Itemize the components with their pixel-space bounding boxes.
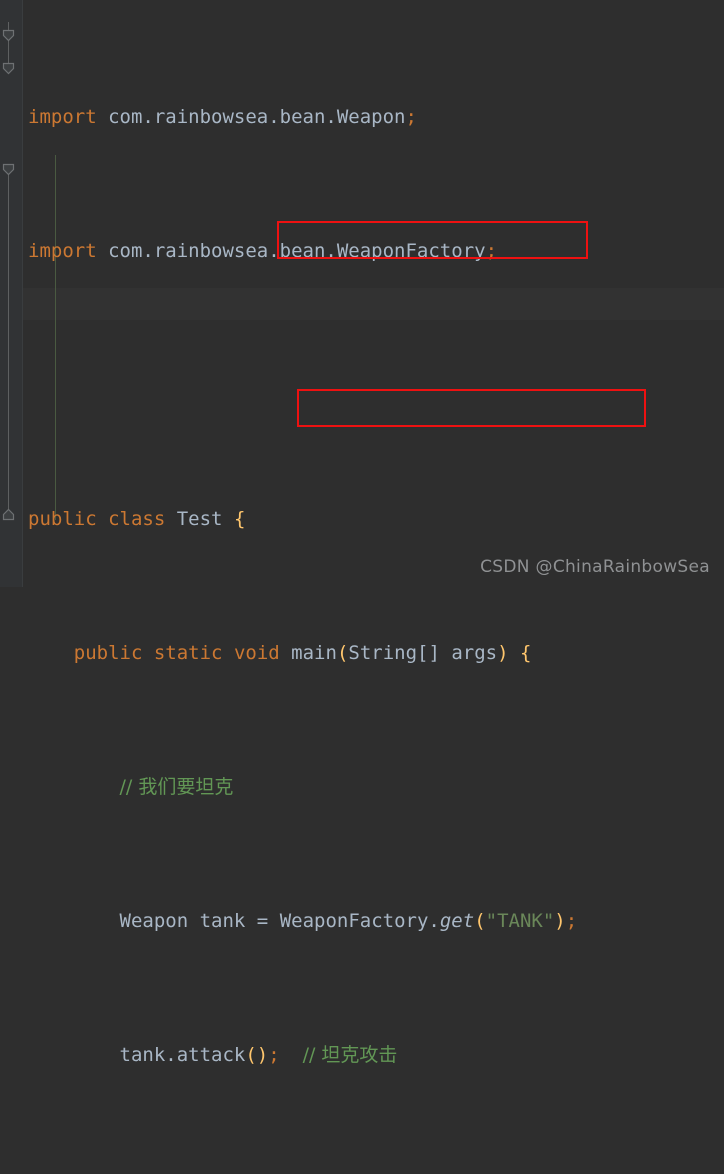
token-keyword-class: class [108, 508, 165, 530]
fold-arrow-icon-import-2[interactable] [2, 62, 15, 75]
token-paren-close: ) [497, 642, 508, 664]
token-keyword-import: import [28, 240, 97, 262]
editor-gutter[interactable] [0, 0, 23, 587]
token-keyword-static: static [154, 642, 223, 664]
code-line-6[interactable]: // 我们要坦克 [0, 771, 623, 805]
code-line-3-blank[interactable] [0, 369, 623, 403]
token-space [223, 642, 234, 664]
token-paren-open: ( [474, 910, 485, 932]
token-keyword-void: void [234, 642, 280, 664]
code-line-7[interactable]: Weapon tank = WeaponFactory.get("TANK"); [0, 905, 623, 939]
token-brace-open: { [520, 642, 531, 664]
token-indent [28, 910, 120, 932]
code-content[interactable]: import com.rainbowsea.bean.Weapon; impor… [0, 0, 623, 1174]
token-class-name-test: Test [165, 508, 234, 530]
token-import-path-weapon: com.rainbowsea.bean.Weapon [97, 106, 406, 128]
code-line-9-blank[interactable] [0, 1173, 623, 1174]
token-semicolon: ; [406, 106, 417, 128]
token-import-path-weapon-factory: com.rainbowsea.bean.WeaponFactory [97, 240, 486, 262]
token-method-name-main: main [291, 642, 337, 664]
token-semicolon: ; [486, 240, 497, 262]
token-brace-open: { [234, 508, 245, 530]
token-comment-tank-attack: // 坦克攻击 [303, 1044, 398, 1066]
token-dot: . [428, 910, 439, 932]
token-type-weapon: Weapon [120, 910, 189, 932]
token-paren-open: ( [337, 642, 348, 664]
code-line-4[interactable]: public class Test { [0, 503, 623, 537]
watermark-text: CSDN @ChinaRainbowSea [480, 557, 710, 577]
code-line-2[interactable]: import com.rainbowsea.bean.WeaponFactory… [0, 235, 623, 269]
fold-arrow-icon-main-method[interactable] [2, 163, 15, 176]
token-call-tank-attack: tank.attack [120, 1044, 246, 1066]
token-class-weapon-factory: WeaponFactory [280, 910, 429, 932]
token-operator-assign: = [257, 910, 280, 932]
token-indent [28, 1044, 120, 1066]
token-string-tank: "TANK" [486, 910, 555, 932]
token-keyword-public: public [28, 508, 97, 530]
token-method-get: get [440, 910, 474, 932]
token-variable-tank: tank [188, 910, 257, 932]
token-semicolon: ; [268, 1044, 279, 1066]
token-indent [28, 642, 74, 664]
token-paren-close: ) [554, 910, 565, 932]
token-type-string-array: String[] [348, 642, 440, 664]
token-indent [28, 776, 120, 798]
token-keyword-public: public [74, 642, 143, 664]
token-space [509, 642, 520, 664]
token-comment-we-want-tank: // 我们要坦克 [120, 776, 234, 798]
code-line-5[interactable]: public static void main(String[] args) { [0, 637, 623, 671]
token-keyword-import: import [28, 106, 97, 128]
fold-rail-main [8, 170, 9, 515]
code-editor[interactable]: import com.rainbowsea.bean.Weapon; impor… [0, 0, 724, 587]
fold-arrow-icon-main-method-end[interactable] [2, 508, 15, 521]
token-param-args: args [440, 642, 497, 664]
code-line-8[interactable]: tank.attack(); // 坦克攻击 [0, 1039, 623, 1073]
token-space [97, 508, 108, 530]
token-space [280, 1044, 303, 1066]
code-line-1[interactable]: import com.rainbowsea.bean.Weapon; [0, 101, 623, 135]
token-space [280, 642, 291, 664]
token-space [142, 642, 153, 664]
token-empty-parens: () [245, 1044, 268, 1066]
fold-arrow-icon-import-1[interactable] [2, 29, 15, 42]
token-semicolon: ; [566, 910, 577, 932]
